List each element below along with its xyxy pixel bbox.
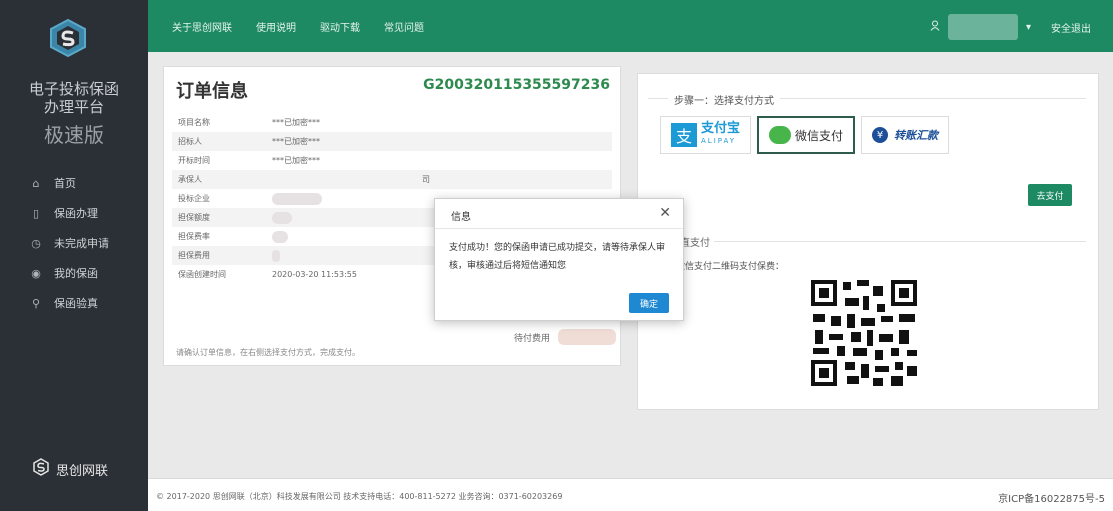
top-nav-about[interactable]: 关于思创网联 bbox=[172, 19, 232, 34]
sidebar-item-label: 首页 bbox=[54, 177, 76, 190]
row-label: 承保人 bbox=[178, 175, 202, 184]
alipay-label: 支付宝 bbox=[701, 121, 741, 136]
row-label: 担保额度 bbox=[178, 213, 210, 222]
row-label: 招标人 bbox=[178, 137, 202, 146]
table-row: 承保人 司 bbox=[172, 170, 612, 189]
home-icon: ⌂ bbox=[32, 176, 40, 190]
sidebar-nav: ⌂ 首页 ▯ 保函办理 ◷ 未完成申请 ◉ 我的保函 ⚲ 保函验真 bbox=[0, 168, 148, 318]
go-pay-button[interactable]: 去支付 bbox=[1028, 184, 1072, 206]
row-label: 保函创建时间 bbox=[178, 270, 226, 279]
brand-subtitle: 极速版 bbox=[44, 123, 104, 147]
top-nav-instructions[interactable]: 使用说明 bbox=[256, 19, 296, 34]
order-number: G200320115355597236 bbox=[423, 77, 610, 93]
footer-copyright: © 2017-2020 思创网联（北京）科技发展有限公司 技术支持电话：400-… bbox=[156, 492, 563, 501]
dialog-message: 支付成功！您的保函申请已成功提交，请等待承保人审核，审核通过后将短信通知您 bbox=[449, 243, 666, 271]
company-logo-icon bbox=[32, 458, 50, 480]
brand-title-line2: 办理平台 bbox=[43, 98, 104, 116]
logout-link[interactable]: 安全退出 bbox=[1051, 20, 1091, 35]
top-nav: 关于思创网联 使用说明 驱动下载 常见问题 bbox=[172, 19, 424, 34]
clock-icon: ◷ bbox=[31, 236, 41, 250]
top-nav-driver-download[interactable]: 驱动下载 bbox=[320, 19, 360, 34]
sidebar-item-label: 保函验真 bbox=[54, 297, 98, 310]
company-logo-text: 思创网联 bbox=[56, 463, 109, 479]
wechat-icon bbox=[769, 126, 792, 144]
table-row: 项目名称 ***已加密*** bbox=[172, 113, 612, 132]
sidebar-item-label: 我的保函 bbox=[54, 267, 98, 280]
payment-options: 支 支付宝 ALIPAY 微信支付 ¥ 转账汇款 bbox=[660, 116, 950, 154]
table-row: 招标人 ***已加密*** bbox=[172, 132, 612, 151]
qr-instruction: 微信支付二维码支付保费： bbox=[676, 262, 785, 272]
sidebar-item-verify[interactable]: ⚲ 保函验真 bbox=[0, 288, 148, 318]
row-label: 开标时间 bbox=[178, 156, 210, 165]
user-icon bbox=[930, 20, 940, 34]
wechat-pay-option[interactable]: 微信支付 bbox=[757, 116, 856, 154]
row-value: ***已加密*** bbox=[272, 118, 320, 127]
success-dialog: 信息 ✕ 支付成功！您的保函申请已成功提交，请等待承保人审核，审核通过后将短信通… bbox=[434, 198, 684, 321]
order-title: 订单信息 bbox=[176, 81, 248, 102]
step1-title: 步骤一：选择支付方式 bbox=[668, 92, 780, 107]
document-icon: ▯ bbox=[32, 206, 40, 220]
alipay-icon: 支 bbox=[671, 123, 697, 147]
row-label: 投标企业 bbox=[178, 194, 210, 203]
confirm-button[interactable]: 确定 bbox=[629, 293, 669, 313]
sidebar-item-label: 保函办理 bbox=[54, 207, 98, 220]
app-logo-icon[interactable] bbox=[47, 18, 89, 58]
payment-panel: 步骤一：选择支付方式 支 支付宝 ALIPAY 微信支付 ¥ 转账汇款 去支付 … bbox=[637, 73, 1099, 410]
row-value: ***已加密*** bbox=[272, 156, 320, 165]
order-footer-note: 请确认订单信息，在右侧选择支付方式，完成支付。 bbox=[176, 348, 360, 357]
top-bar: 关于思创网联 使用说明 驱动下载 常见问题 ▾ 安全退出 bbox=[148, 0, 1113, 52]
row-label: 担保费用 bbox=[178, 251, 210, 260]
footer-icp[interactable]: 京ICP备16022875号-5 bbox=[998, 490, 1105, 505]
user-area: ▾ 安全退出 bbox=[930, 14, 1091, 40]
dialog-header: 信息 ✕ bbox=[435, 199, 683, 229]
close-icon[interactable]: ✕ bbox=[659, 205, 671, 221]
page-footer: © 2017-2020 思创网联（北京）科技发展有限公司 技术支持电话：400-… bbox=[148, 478, 1113, 511]
pending-fee-label: 待付费用 bbox=[514, 333, 551, 344]
sidebar-item-incomplete[interactable]: ◷ 未完成申请 bbox=[0, 228, 148, 258]
sidebar-item-label: 未完成申请 bbox=[54, 237, 109, 250]
qr-code-image bbox=[807, 276, 921, 390]
yen-icon: ¥ bbox=[872, 127, 889, 143]
dialog-title: 信息 bbox=[451, 212, 471, 223]
top-nav-faq[interactable]: 常见问题 bbox=[384, 19, 424, 34]
stack-icon: ◉ bbox=[31, 266, 41, 280]
wechat-pay-label: 微信支付 bbox=[795, 128, 844, 143]
sidebar: 电子投标保函 办理平台 极速版 ⌂ 首页 ▯ 保函办理 ◷ 未完成申请 ◉ 我的… bbox=[0, 0, 148, 511]
row-value: 司 bbox=[422, 175, 430, 184]
pending-fee: 待付费用 bbox=[514, 329, 617, 345]
table-row: 开标时间 ***已加密*** bbox=[172, 151, 612, 170]
row-value: ***已加密*** bbox=[272, 137, 320, 146]
row-label: 项目名称 bbox=[178, 118, 210, 127]
row-label: 担保费率 bbox=[178, 232, 210, 241]
sidebar-item-home[interactable]: ⌂ 首页 bbox=[0, 168, 148, 198]
username-redacted[interactable] bbox=[947, 14, 1018, 40]
company-logo: 思创网联 bbox=[32, 458, 108, 480]
bank-transfer-option[interactable]: ¥ 转账汇款 bbox=[861, 116, 950, 154]
bank-transfer-label: 转账汇款 bbox=[894, 129, 939, 142]
search-icon: ⚲ bbox=[31, 296, 41, 310]
chevron-down-icon[interactable]: ▾ bbox=[1026, 22, 1031, 33]
alipay-option[interactable]: 支 支付宝 ALIPAY bbox=[660, 116, 752, 154]
alipay-en-label: ALIPAY bbox=[701, 137, 737, 145]
sidebar-item-my-guarantee[interactable]: ◉ 我的保函 bbox=[0, 258, 148, 288]
sidebar-item-guarantee-apply[interactable]: ▯ 保函办理 bbox=[0, 198, 148, 228]
pending-fee-amount-redacted bbox=[558, 329, 617, 345]
